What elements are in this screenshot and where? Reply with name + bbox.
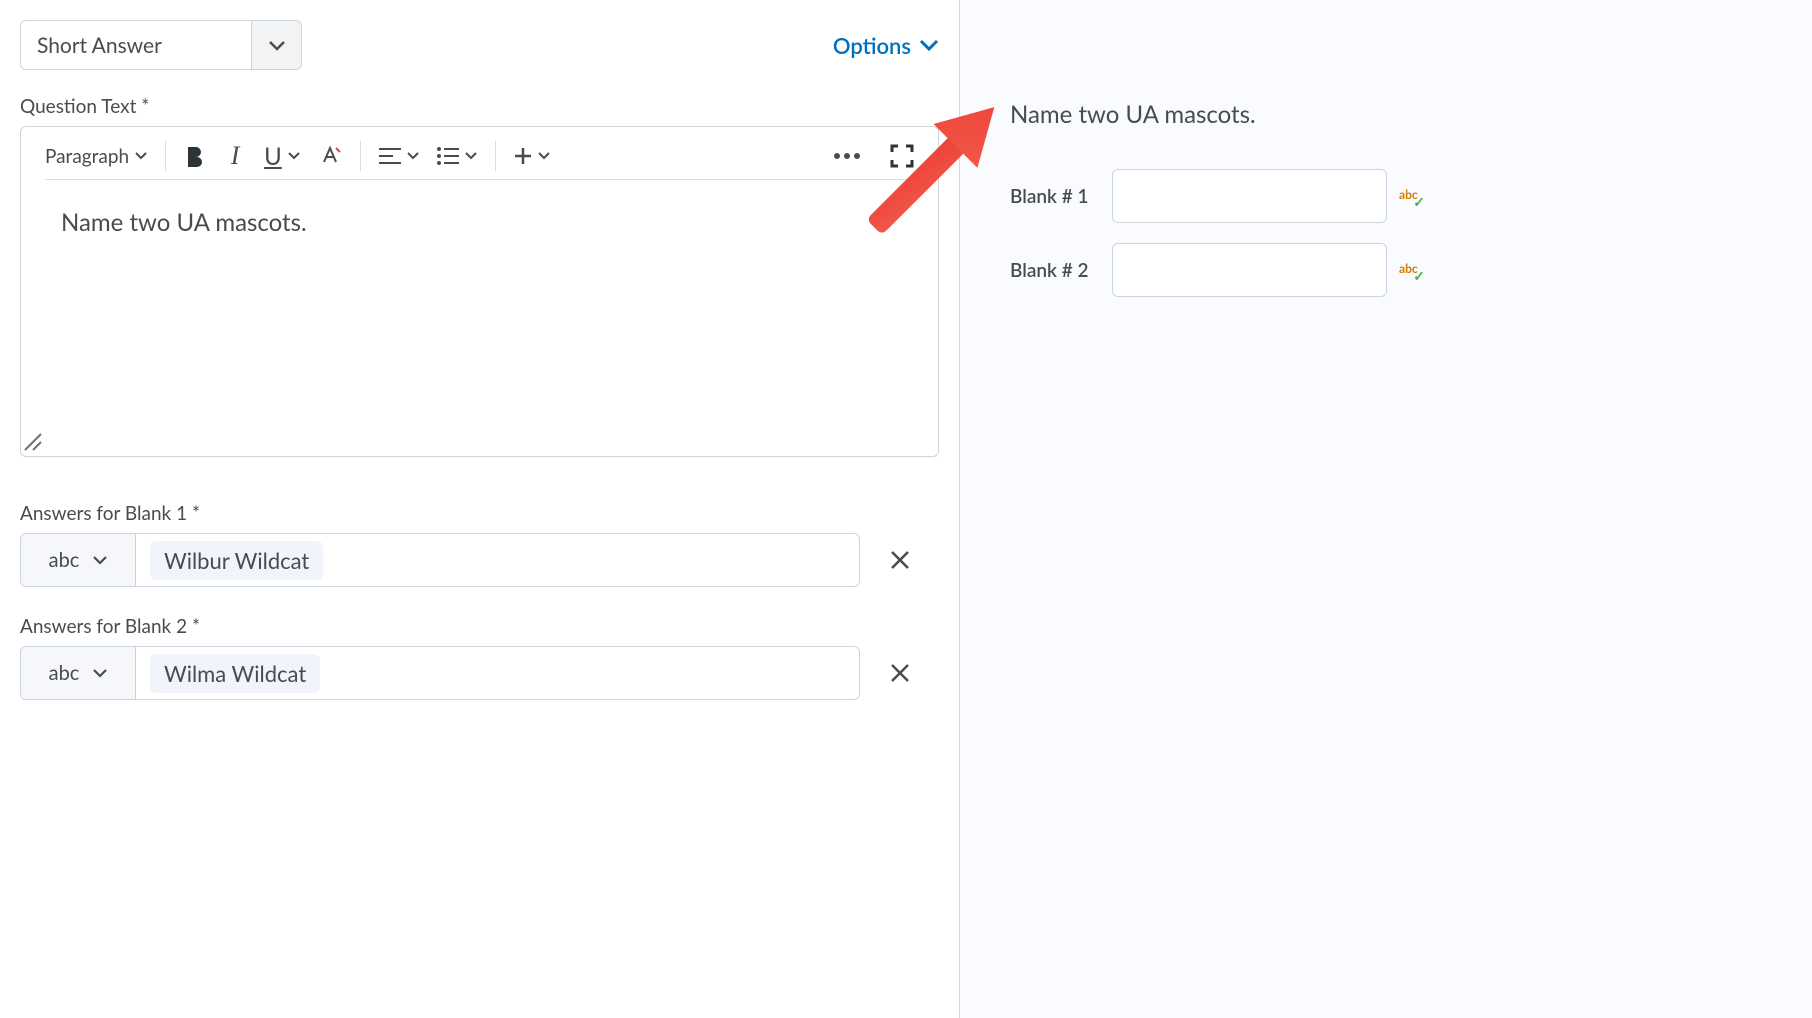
chevron-down-icon <box>538 152 550 160</box>
remove-answer-button[interactable] <box>890 550 920 570</box>
remove-answer-button[interactable] <box>890 663 920 683</box>
spellcheck-indicator-icon: abc <box>1399 187 1423 205</box>
chevron-down-icon[interactable] <box>251 21 301 69</box>
close-icon <box>890 550 910 570</box>
question-type-label: Short Answer <box>21 21 251 69</box>
chevron-down-icon <box>288 152 300 160</box>
rte-toolbar: Paragraph I U <box>21 127 938 179</box>
chevron-down-icon <box>135 152 147 160</box>
rich-text-editor: Paragraph I U <box>20 126 939 457</box>
underline-button[interactable]: U <box>264 142 300 171</box>
answer-input-blank-1[interactable]: abc Wilbur Wildcat <box>20 533 860 587</box>
spellcheck-indicator-icon: abc <box>1399 261 1423 279</box>
answer-mode-select[interactable]: abc <box>21 647 136 699</box>
answer-chip: Wilma Wildcat <box>150 654 320 693</box>
answer-mode-label: abc <box>49 661 80 685</box>
fullscreen-button[interactable] <box>890 144 914 168</box>
chevron-down-icon <box>93 669 107 678</box>
question-text-area[interactable]: Name two UA mascots. <box>21 180 938 430</box>
question-text-content: Name two UA mascots. <box>61 208 307 237</box>
answer-mode-select[interactable]: abc <box>21 534 136 586</box>
preview-question-text: Name two UA mascots. <box>1010 100 1772 129</box>
italic-button[interactable]: I <box>224 141 246 171</box>
preview-blank-input-1[interactable] <box>1112 169 1387 223</box>
more-button[interactable] <box>834 153 860 159</box>
answer-section-label: Answers for Blank 1 * <box>20 502 939 525</box>
options-label: Options <box>833 32 911 59</box>
question-type-select[interactable]: Short Answer <box>20 20 302 70</box>
text-color-button[interactable] <box>318 144 342 168</box>
question-text-label: Question Text * <box>20 95 939 118</box>
answer-input-blank-2[interactable]: abc Wilma Wildcat <box>20 646 860 700</box>
chevron-down-icon <box>919 39 939 51</box>
answer-mode-label: abc <box>49 548 80 572</box>
answer-chip: Wilbur Wildcat <box>150 541 323 580</box>
preview-blank-input-2[interactable] <box>1112 243 1387 297</box>
options-link[interactable]: Options <box>833 32 939 59</box>
close-icon <box>890 663 910 683</box>
chevron-down-icon <box>465 152 477 160</box>
chevron-down-icon <box>407 152 419 160</box>
align-button[interactable] <box>379 147 419 165</box>
insert-button[interactable] <box>514 147 550 165</box>
block-format-select[interactable]: Paragraph <box>45 145 147 168</box>
preview-blank-label: Blank # 2 <box>1010 259 1100 282</box>
preview-blank-label: Blank # 1 <box>1010 185 1100 208</box>
answer-section-label: Answers for Blank 2 * <box>20 615 939 638</box>
resize-handle-icon[interactable] <box>21 430 43 452</box>
list-button[interactable] <box>437 147 477 165</box>
bold-button[interactable] <box>184 145 206 167</box>
chevron-down-icon <box>93 556 107 565</box>
block-format-label: Paragraph <box>45 145 129 168</box>
